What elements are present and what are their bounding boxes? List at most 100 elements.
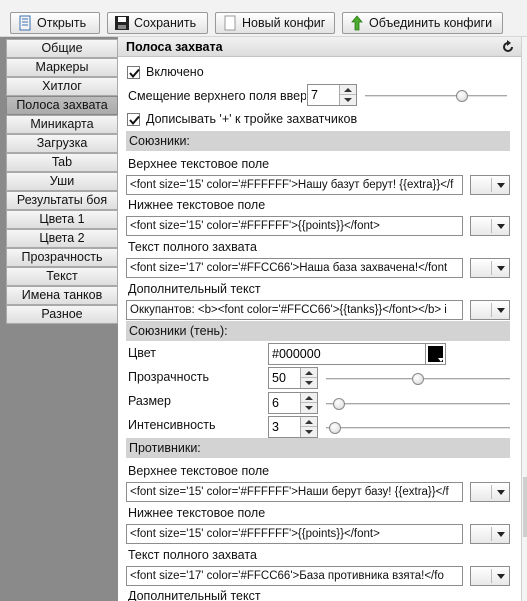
slider-thumb[interactable]	[412, 373, 424, 385]
sidebar-item-capture-bar[interactable]: Полоса захвата	[6, 96, 118, 115]
offset-slider[interactable]	[365, 90, 507, 102]
increment-icon[interactable]	[301, 368, 317, 378]
allies-full-label: Текст полного захвата	[128, 240, 257, 254]
sidebar-item-transparency[interactable]: Прозрачность	[6, 248, 118, 267]
allies-bottom-field[interactable]: <font size='15' color='#FFFFFF'>{{points…	[126, 216, 463, 236]
offset-label: Смещение верхнего поля вверх	[128, 89, 306, 103]
open-file-icon	[19, 15, 31, 31]
increment-icon[interactable]	[301, 417, 317, 427]
checkmark-icon	[129, 115, 140, 126]
sidebar-item-colors-2[interactable]: Цвета 2	[6, 229, 118, 248]
section-header: Противники:	[129, 441, 201, 455]
panel-header: Полоса захвата	[118, 37, 521, 57]
shadow-color-field[interactable]: #000000	[268, 343, 446, 365]
enemies-bottom-macro-button[interactable]	[470, 524, 510, 544]
enemies-top-macro-button[interactable]	[470, 482, 510, 502]
enemies-top-field[interactable]: <font size='15' color='#FFFFFF'>Наши бер…	[126, 482, 463, 502]
append-plus-checkbox[interactable]	[127, 113, 140, 126]
merge-arrow-icon	[351, 15, 363, 31]
shadow-alpha-label: Прозрачность	[128, 370, 209, 384]
sidebar-item-label: Полоса захвата	[16, 98, 108, 112]
sidebar-item-battle-results[interactable]: Результаты боя	[6, 191, 118, 210]
chevron-down-icon	[497, 266, 505, 271]
enemies-extra-label: Дополнительный текст	[128, 589, 261, 601]
sidebar-item-text[interactable]: Текст	[6, 267, 118, 286]
enemies-bottom-field[interactable]: <font size='15' color='#FFFFFF'>{{points…	[126, 524, 463, 544]
sidebar-item-loading[interactable]: Загрузка	[6, 134, 118, 153]
sidebar-item-label: Загрузка	[36, 136, 88, 150]
decrement-icon[interactable]	[340, 95, 356, 105]
increment-icon[interactable]	[301, 393, 317, 403]
new-file-icon	[224, 15, 236, 31]
page-title: Полоса захвата	[126, 40, 223, 54]
settings-panel: Полоса захвата Включено Смещение верхнег…	[118, 37, 521, 601]
enemies-full-macro-button[interactable]	[470, 566, 510, 586]
sidebar-item-tank-names[interactable]: Имена танков	[6, 286, 118, 305]
shadow-alpha-stepper[interactable]: 50	[268, 367, 318, 389]
allies-full-macro-button[interactable]	[470, 258, 510, 278]
allies-extra-field[interactable]: Оккупантов: <b><font color='#FFCC66'>{{t…	[126, 300, 463, 320]
slider-thumb[interactable]	[333, 398, 345, 410]
shadow-size-label: Размер	[128, 394, 171, 408]
shadow-strength-value: 3	[272, 420, 279, 434]
sidebar-item-label: Tab	[51, 155, 73, 169]
shadow-color-label: Цвет	[128, 346, 157, 360]
chevron-down-icon	[497, 308, 505, 313]
offset-value: 7	[311, 88, 318, 102]
allies-bottom-macro-button[interactable]	[470, 216, 510, 236]
decrement-icon[interactable]	[301, 378, 317, 388]
section-header: Союзники:	[129, 134, 190, 148]
allies-top-field[interactable]: <font size='15' color='#FFFFFF'>Нашу баз…	[126, 175, 463, 195]
sidebar-item-label: Цвета 2	[39, 231, 85, 245]
open-button[interactable]: Открыть	[10, 12, 100, 34]
shadow-strength-slider[interactable]	[326, 422, 510, 434]
enabled-checkbox[interactable]	[127, 66, 140, 79]
enemies-full-field[interactable]: <font size='17' color='#FFCC66'>База про…	[126, 566, 463, 586]
vertical-scrollbar[interactable]	[521, 37, 527, 601]
sidebar-item-label: Текст	[46, 269, 78, 283]
shadow-size-slider[interactable]	[326, 398, 510, 410]
sidebar-item-tab[interactable]: Tab	[6, 153, 118, 172]
shadow-alpha-slider[interactable]	[326, 373, 510, 385]
decrement-icon[interactable]	[301, 427, 317, 437]
enemies-top-label: Верхнее текстовое поле	[128, 464, 270, 478]
new-config-button[interactable]: Новый конфиг	[215, 12, 335, 34]
sidebar-item-minimap[interactable]: Миникарта	[6, 115, 118, 134]
shadow-strength-stepper[interactable]: 3	[268, 416, 318, 438]
shadow-size-stepper[interactable]: 6	[268, 392, 318, 414]
sidebar-item-label: Уши	[49, 174, 75, 188]
allies-extra-macro-button[interactable]	[470, 300, 510, 320]
offset-stepper[interactable]: 7	[307, 84, 357, 106]
sidebar-item-general[interactable]: Общие	[6, 39, 118, 58]
enemies-bottom-label: Нижнее текстовое поле	[128, 506, 266, 520]
sidebar: Общие Маркеры Хитлог Полоса захвата Мини…	[0, 37, 118, 601]
scrollbar-thumb[interactable]	[523, 477, 527, 537]
enabled-label: Включено	[146, 65, 204, 79]
shadow-color-picker[interactable]	[425, 343, 446, 365]
sidebar-item-label: Цвета 1	[39, 212, 85, 226]
allies-top-label: Верхнее текстовое поле	[128, 157, 270, 171]
chevron-down-icon	[497, 490, 505, 495]
slider-thumb[interactable]	[456, 90, 468, 102]
sidebar-item-markers[interactable]: Маркеры	[6, 58, 118, 77]
sidebar-item-hitlog[interactable]: Хитлог	[6, 77, 118, 96]
checkmark-icon	[129, 68, 140, 79]
allies-full-field[interactable]: <font size='17' color='#FFCC66'>Наша баз…	[126, 258, 463, 278]
allies-top-macro-button[interactable]	[470, 175, 510, 195]
sidebar-item-colors-1[interactable]: Цвета 1	[6, 210, 118, 229]
decrement-icon[interactable]	[301, 403, 317, 413]
save-icon	[115, 16, 129, 30]
chevron-down-icon	[497, 224, 505, 229]
merge-configs-button-label: Объединить конфиги	[369, 16, 493, 30]
save-button-label: Сохранить	[134, 16, 197, 30]
reset-icon[interactable]	[501, 40, 515, 54]
allies-bottom-label: Нижнее текстовое поле	[128, 198, 266, 212]
slider-thumb[interactable]	[329, 422, 341, 434]
merge-configs-button[interactable]: Объединить конфиги	[342, 12, 503, 34]
chevron-down-icon	[497, 574, 505, 579]
save-button[interactable]: Сохранить	[107, 12, 208, 34]
increment-icon[interactable]	[340, 85, 356, 95]
chevron-down-icon	[438, 358, 444, 362]
sidebar-item-misc[interactable]: Разное	[6, 305, 118, 324]
sidebar-item-ears[interactable]: Уши	[6, 172, 118, 191]
